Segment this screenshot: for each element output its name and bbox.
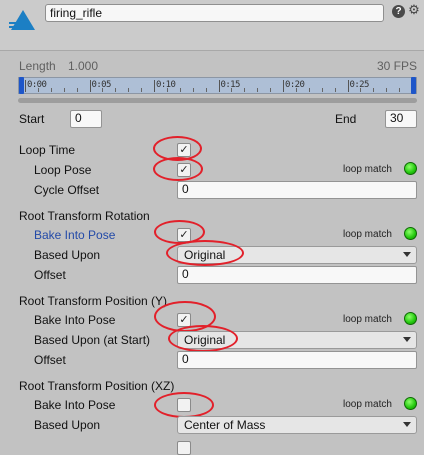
clip-name-field[interactable]: firing_rifle <box>45 4 384 22</box>
help-icon[interactable]: ? <box>392 5 405 18</box>
position-xz-bake-label: Bake Into Pose <box>34 398 116 412</box>
ruler-minor-tick <box>141 88 143 92</box>
position-y-loop-match-indicator <box>404 312 417 325</box>
ruler-major-tick <box>154 80 155 92</box>
ruler-minor-tick <box>37 88 39 92</box>
ruler-minor-tick <box>205 88 207 92</box>
ruler-tick-label: 0:05 <box>91 80 112 90</box>
dropdown-value: Center of Mass <box>184 418 266 432</box>
ruler-minor-tick <box>399 88 401 92</box>
ruler-minor-tick <box>334 88 336 92</box>
end-marker[interactable] <box>411 77 416 94</box>
ruler-minor-tick <box>257 88 259 92</box>
position-y-bake-checkbox[interactable]: ✓ <box>177 313 191 327</box>
ruler-minor-tick <box>128 88 130 92</box>
loop-pose-checkbox[interactable]: ✓ <box>177 163 191 177</box>
length-value: 1.000 <box>68 59 99 73</box>
start-marker[interactable] <box>19 77 24 94</box>
ruler-tick-label: 0:20 <box>285 80 305 90</box>
cycle-offset-field[interactable]: 0 <box>177 181 417 199</box>
root-position-y-header: Root Transform Position (Y) <box>19 294 168 308</box>
ruler-tick-label: 0:25 <box>349 80 370 90</box>
start-label: Start <box>19 112 45 126</box>
rotation-based-upon-label: Based Upon <box>34 248 101 262</box>
position-y-bake-label: Bake Into Pose <box>34 313 116 327</box>
position-xz-based-upon-dropdown[interactable]: Center of Mass <box>177 416 417 434</box>
rotation-loop-match-indicator <box>404 227 417 240</box>
position-xz-bake-checkbox[interactable] <box>177 398 191 412</box>
ruler-minor-tick <box>179 88 181 92</box>
ruler-minor-tick <box>360 88 362 92</box>
position-y-based-upon-dropdown[interactable]: Original <box>177 331 417 349</box>
ruler-major-tick <box>283 80 284 92</box>
rotation-bake-label: Bake Into Pose <box>34 228 116 242</box>
ruler-minor-tick <box>386 88 388 92</box>
inspector-header: firing_rifle ? ⚙ <box>0 0 424 51</box>
position-y-offset-field[interactable]: 0 <box>177 351 417 369</box>
ruler-minor-tick <box>231 88 233 92</box>
position-y-loop-match-label: loop match <box>343 314 392 325</box>
loop-time-checkbox[interactable]: ✓ <box>177 143 191 157</box>
chevron-down-icon <box>403 422 411 427</box>
ruler-major-tick <box>89 80 91 92</box>
length-label: Length <box>19 59 56 73</box>
timeline-panel: Length 1.000 30 FPS 0:00 0:05 0:10 0:15 0:20… <box>18 56 418 108</box>
ruler-minor-tick <box>63 88 65 92</box>
ruler-minor-tick <box>192 88 194 92</box>
ruler-minor-tick <box>321 88 323 92</box>
dropdown-value: Original <box>184 248 226 262</box>
position-xz-loop-match-indicator <box>404 397 417 410</box>
start-frame-field[interactable]: 0 <box>70 110 102 128</box>
root-position-xz-header: Root Transform Position (XZ) <box>19 379 175 393</box>
end-frame-field[interactable]: 30 <box>385 110 417 128</box>
loop-match-indicator <box>404 162 417 175</box>
fps-label: 30 FPS <box>376 59 417 73</box>
ruler-tick-label: 0:15 <box>220 80 241 90</box>
timeline-ruler[interactable]: 0:00 0:05 0:10 0:15 0:20 0:25 <box>18 77 417 94</box>
ruler-minor-tick <box>50 88 52 92</box>
position-xz-loop-match-label: loop match <box>343 399 392 410</box>
ruler-minor-tick <box>308 88 310 92</box>
cycle-offset-label: Cycle Offset <box>34 183 100 197</box>
dropdown-value: Original <box>184 333 226 347</box>
rotation-bake-checkbox[interactable]: ✓ <box>177 228 191 242</box>
settings-gear-icon[interactable]: ⚙ <box>407 2 421 18</box>
ruler-tick-label: 0:00 <box>27 80 47 90</box>
end-label: End <box>335 112 357 126</box>
ruler-minor-tick <box>166 88 168 92</box>
ruler-minor-tick <box>295 88 297 92</box>
chevron-down-icon <box>403 337 411 342</box>
timeline-scrollbar[interactable] <box>18 98 417 103</box>
rotation-offset-label: Offset <box>34 268 66 282</box>
ruler-minor-tick <box>76 88 78 92</box>
root-rotation-header: Root Transform Rotation <box>19 209 150 223</box>
position-xz-based-upon-label: Based Upon <box>34 418 101 432</box>
position-y-based-upon-label: Based Upon (at Start) <box>34 333 151 347</box>
rotation-loop-match-label: loop match <box>343 229 392 240</box>
loop-match-label: loop match <box>343 164 392 175</box>
ruler-major-tick <box>218 80 220 92</box>
loop-time-label: Loop Time <box>19 143 76 157</box>
ruler-minor-tick <box>102 88 104 92</box>
position-y-offset-label: Offset <box>34 353 66 367</box>
ruler-minor-tick <box>270 88 272 92</box>
rotation-based-upon-dropdown[interactable]: Original <box>177 246 417 264</box>
ruler-major-tick <box>25 80 26 92</box>
rotation-offset-field[interactable]: 0 <box>177 266 417 284</box>
animation-clip-icon <box>9 10 35 30</box>
loop-pose-label: Loop Pose <box>34 163 92 177</box>
ruler-minor-tick <box>115 88 117 92</box>
ruler-tick-label: 0:10 <box>156 80 176 90</box>
ruler-minor-tick <box>373 88 375 92</box>
ruler-major-tick <box>347 80 349 92</box>
chevron-down-icon <box>403 252 411 257</box>
ruler-minor-tick <box>244 88 246 92</box>
next-row-checkbox[interactable] <box>177 441 191 455</box>
